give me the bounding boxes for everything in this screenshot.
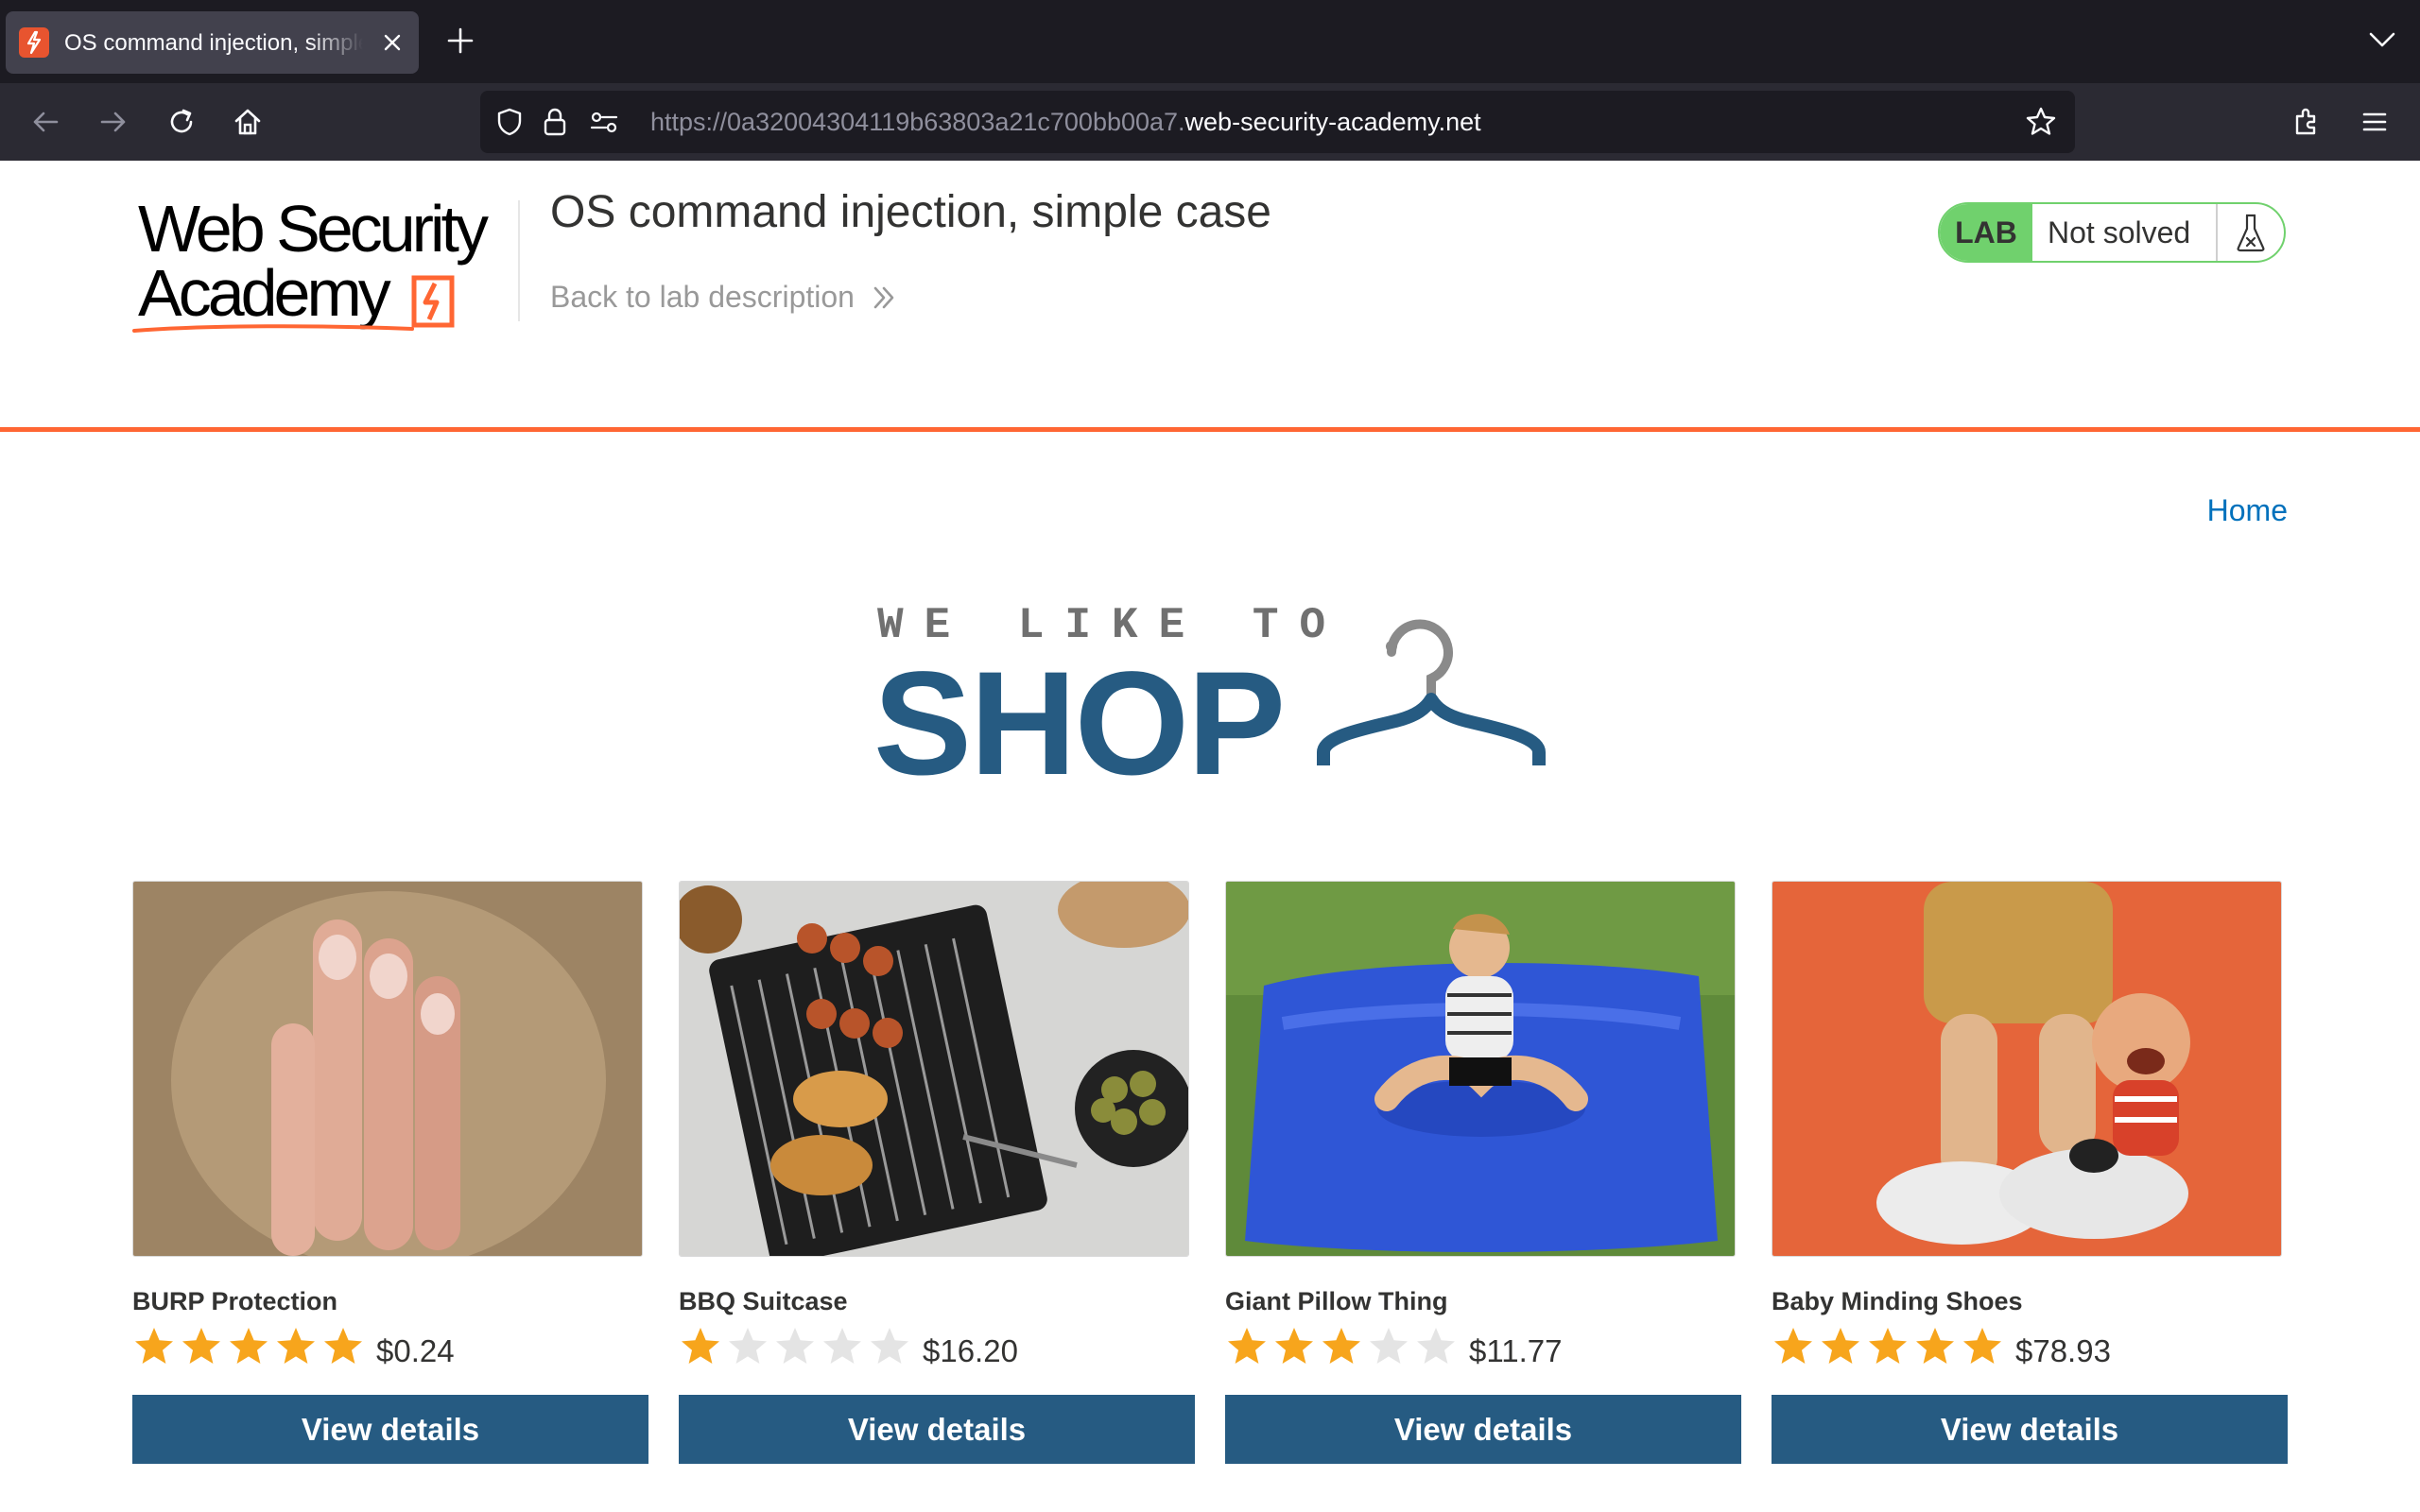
product-rating: $78.93 bbox=[1772, 1325, 2111, 1368]
back-arrow-icon[interactable] bbox=[28, 105, 62, 139]
star-filled-icon bbox=[230, 1328, 268, 1364]
star-filled-icon bbox=[1322, 1328, 1360, 1364]
home-link[interactable]: Home bbox=[2207, 493, 2288, 528]
lab-title: OS command injection, simple case bbox=[550, 187, 1271, 237]
view-details-button[interactable]: View details bbox=[679, 1395, 1195, 1464]
product-image-baby-minding-shoes[interactable] bbox=[1772, 881, 2282, 1257]
product-rating: $0.24 bbox=[132, 1325, 455, 1368]
product-rating: $11.77 bbox=[1225, 1325, 1562, 1368]
back-to-lab-description-link[interactable]: Back to lab description bbox=[550, 280, 896, 315]
coat-hanger-icon bbox=[1317, 619, 1546, 765]
product-price: $0.24 bbox=[376, 1333, 455, 1368]
logo-line2: Academy bbox=[138, 256, 391, 330]
star-filled-icon bbox=[1963, 1328, 2001, 1364]
product-card: BBQ Suitcase $16.20 View details bbox=[679, 881, 1195, 1467]
star-empty-icon bbox=[1370, 1328, 1408, 1364]
star-filled-icon bbox=[324, 1328, 362, 1364]
star-filled-icon bbox=[182, 1328, 220, 1364]
new-tab-icon[interactable] bbox=[444, 25, 476, 57]
star-rating bbox=[679, 1325, 915, 1368]
lab-badge: LAB bbox=[1940, 204, 2032, 261]
product-price: $11.77 bbox=[1469, 1333, 1563, 1368]
product-name: BURP Protection bbox=[132, 1287, 338, 1315]
logo-line1: Web Security bbox=[138, 192, 489, 266]
forward-arrow-icon[interactable] bbox=[96, 105, 130, 139]
star-empty-icon bbox=[1417, 1328, 1455, 1364]
browser-tab[interactable]: OS command injection, simple case bbox=[6, 11, 419, 74]
header-divider bbox=[518, 200, 520, 321]
reload-icon[interactable] bbox=[164, 105, 199, 139]
view-details-button[interactable]: View details bbox=[1772, 1395, 2288, 1464]
url-prefix: https://0a32004304119b63803a21c700bb00a7… bbox=[650, 108, 1185, 136]
product-name: Giant Pillow Thing bbox=[1225, 1287, 1448, 1315]
logo-underline bbox=[132, 324, 414, 333]
product-price: $78.93 bbox=[2015, 1333, 2111, 1368]
back-link-label: Back to lab description bbox=[550, 280, 855, 314]
star-filled-icon bbox=[682, 1328, 719, 1364]
favicon-icon bbox=[19, 27, 49, 58]
address-bar[interactable]: https://0a32004304119b63803a21c700bb00a7… bbox=[480, 91, 2075, 153]
product-image-bbq-suitcase[interactable] bbox=[679, 881, 1189, 1257]
product-card: Baby Minding Shoes $78.93 View details bbox=[1772, 881, 2288, 1467]
extensions-icon[interactable] bbox=[2290, 105, 2324, 139]
view-details-button[interactable]: View details bbox=[132, 1395, 648, 1464]
star-filled-icon bbox=[1822, 1328, 1859, 1364]
star-filled-icon bbox=[1916, 1328, 1954, 1364]
url-text[interactable]: https://0a32004304119b63803a21c700bb00a7… bbox=[650, 107, 1481, 137]
product-card: BURP Protection $0.24 View details bbox=[132, 881, 648, 1467]
star-empty-icon bbox=[776, 1328, 814, 1364]
flask-icon bbox=[2218, 204, 2284, 261]
star-rating bbox=[1772, 1325, 2008, 1368]
product-rating: $16.20 bbox=[679, 1325, 1018, 1368]
browser-nav-bar: https://0a32004304119b63803a21c700bb00a7… bbox=[0, 83, 2420, 161]
star-rating bbox=[1225, 1325, 1461, 1368]
banner-shop-word: SHOP bbox=[873, 642, 1286, 806]
lock-icon[interactable] bbox=[541, 106, 569, 138]
menu-icon[interactable] bbox=[2358, 105, 2392, 139]
product-price: $16.20 bbox=[923, 1333, 1018, 1368]
header-divider-rule bbox=[0, 427, 2420, 432]
view-details-button[interactable]: View details bbox=[1225, 1395, 1741, 1464]
star-filled-icon bbox=[135, 1328, 173, 1364]
star-empty-icon bbox=[871, 1328, 908, 1364]
star-filled-icon bbox=[1869, 1328, 1907, 1364]
web-security-academy-logo[interactable]: Web Security Academy bbox=[132, 189, 520, 340]
star-empty-icon bbox=[823, 1328, 861, 1364]
product-name: BBQ Suitcase bbox=[679, 1287, 848, 1315]
product-image-giant-pillow-thing[interactable] bbox=[1225, 881, 1736, 1257]
lab-status-text: Not solved bbox=[2032, 204, 2218, 261]
star-empty-icon bbox=[729, 1328, 767, 1364]
product-card: Giant Pillow Thing $11.77 View details bbox=[1225, 881, 1741, 1467]
star-filled-icon bbox=[1275, 1328, 1313, 1364]
chevron-down-icon[interactable] bbox=[2365, 28, 2399, 51]
star-rating bbox=[132, 1325, 369, 1368]
product-image-burp-protection[interactable] bbox=[132, 881, 643, 1257]
permissions-icon[interactable] bbox=[588, 108, 620, 136]
bookmark-star-icon[interactable] bbox=[2024, 105, 2058, 139]
tab-title: OS command injection, simple case bbox=[64, 30, 363, 56]
close-tab-icon[interactable] bbox=[380, 30, 405, 55]
product-name: Baby Minding Shoes bbox=[1772, 1287, 2023, 1315]
double-chevron-right-icon bbox=[873, 286, 894, 308]
star-filled-icon bbox=[1774, 1328, 1812, 1364]
shield-icon[interactable] bbox=[493, 106, 526, 138]
star-filled-icon bbox=[277, 1328, 315, 1364]
lab-status-widget: LAB Not solved bbox=[1938, 202, 2286, 263]
home-icon[interactable] bbox=[231, 105, 265, 139]
url-host: web-security-academy.net bbox=[1184, 108, 1481, 136]
browser-tab-bar: OS command injection, simple case bbox=[0, 0, 2420, 83]
star-filled-icon bbox=[1228, 1328, 1266, 1364]
